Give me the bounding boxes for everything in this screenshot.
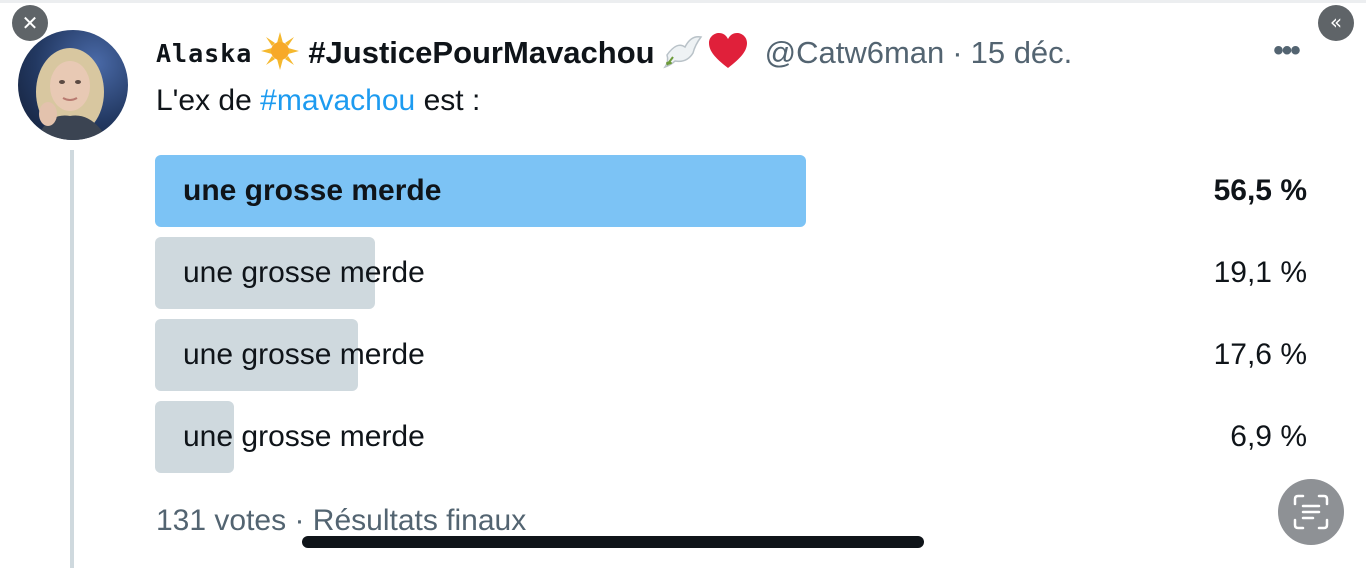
collapse-button[interactable]: « xyxy=(1318,5,1354,41)
poll-option-label: une grosse merde xyxy=(183,420,425,453)
tweet-text: L'ex de #mavachou est : xyxy=(156,84,480,118)
avatar-portrait xyxy=(36,48,108,140)
tweet-text-suffix: est : xyxy=(415,84,481,117)
author-hashtag[interactable]: #JusticePourMavachou xyxy=(308,35,654,71)
thread-line xyxy=(70,150,74,568)
text-scan-icon xyxy=(1293,494,1329,530)
home-indicator[interactable] xyxy=(302,536,924,548)
poll-option-percent: 6,9 % xyxy=(1230,420,1307,453)
tweet-hashtag-link[interactable]: #mavachou xyxy=(260,84,415,117)
author-handle[interactable]: @Catw6man xyxy=(765,35,945,71)
poll-footer-separator: · xyxy=(294,504,305,537)
poll-status: Résultats finaux xyxy=(312,504,527,537)
screen: ✕ « Alaska #JusticePourMavachou @Catw6ma… xyxy=(0,0,1366,568)
tweet-header: Alaska #JusticePourMavachou @Catw6man · … xyxy=(156,28,1072,78)
poll-option-label: une grosse merde xyxy=(183,338,425,371)
poll-option-percent: 56,5 % xyxy=(1213,174,1307,207)
more-options-icon[interactable]: ••• xyxy=(1266,36,1306,66)
poll-option-1: une grosse merde 56,5 % xyxy=(155,155,1307,227)
header-separator: · xyxy=(952,35,963,70)
poll-option-4: une grosse merde 6,9 % xyxy=(155,401,1307,473)
author-name[interactable]: Alaska xyxy=(156,39,252,68)
poll-footer: 131 votes · Résultats finaux xyxy=(156,504,526,538)
double-chevron-left-icon: « xyxy=(1329,10,1343,34)
poll-option-percent: 17,6 % xyxy=(1213,338,1307,371)
poll-option-label: une grosse merde xyxy=(183,174,442,207)
text-scan-button[interactable] xyxy=(1278,479,1344,545)
poll-option-3: une grosse merde 17,6 % xyxy=(155,319,1307,391)
dove-emoji xyxy=(662,31,705,76)
tweet-date[interactable]: 15 déc. xyxy=(971,35,1073,71)
poll-votes: 131 votes xyxy=(156,504,287,537)
poll-option-label: une grosse merde xyxy=(183,256,425,289)
sun-emoji xyxy=(260,31,300,76)
top-divider xyxy=(0,0,1366,3)
avatar[interactable] xyxy=(18,30,128,140)
red-heart-emoji xyxy=(707,32,749,75)
poll-option-percent: 19,1 % xyxy=(1213,256,1307,289)
poll-option-2: une grosse merde 19,1 % xyxy=(155,237,1307,309)
tweet-text-prefix: L'ex de xyxy=(156,84,261,117)
